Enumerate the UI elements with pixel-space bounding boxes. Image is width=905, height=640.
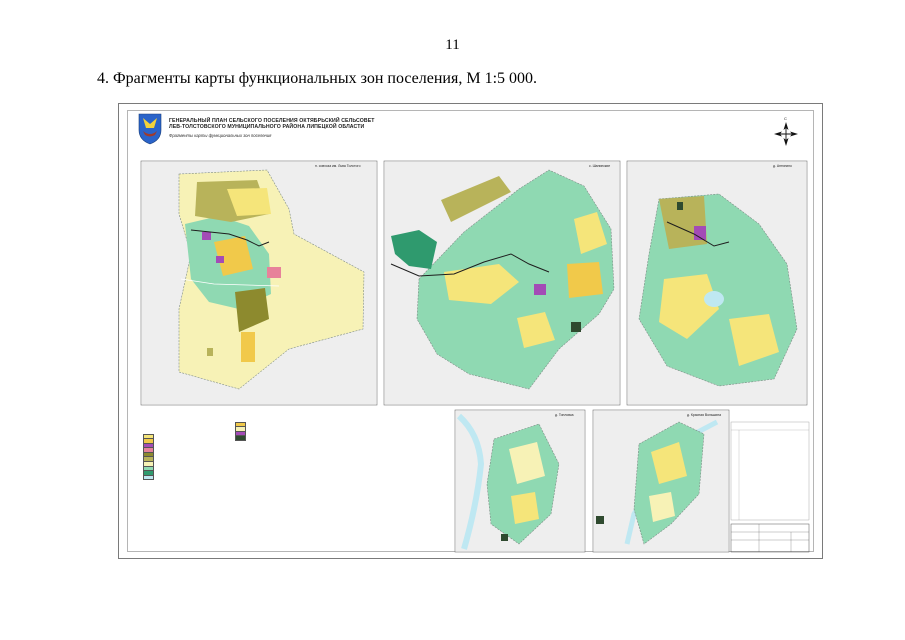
map-sheet: ГЕНЕРАЛЬНЫЙ ПЛАН СЕЛЬСКОГО ПОСЕЛЕНИЯ ОКТ…: [118, 103, 823, 559]
map-panel-3: [626, 160, 808, 406]
legend-swatch: [235, 435, 246, 441]
panel-label-3: д. Антипино: [773, 164, 792, 168]
map-panel-1: [140, 160, 378, 406]
page-number: 11: [445, 37, 460, 53]
legend-swatches-left: [143, 433, 154, 481]
panel-label-2: с. Шанинские: [589, 164, 611, 168]
title-stamp: [730, 421, 810, 553]
panel-label-5: д. Красная Вольшина: [687, 413, 722, 417]
panel-label-4: д. Топловка: [555, 413, 574, 417]
map-panel-5: [592, 409, 730, 553]
sheet-subtitle: Фрагменты карты функциональных зон посел…: [169, 133, 272, 138]
legend-swatch: [143, 474, 154, 481]
legend-swatches-right: [235, 421, 246, 441]
page-heading: 4. Фрагменты карты функциональных зон по…: [97, 70, 538, 87]
north-letter: С: [784, 116, 787, 121]
north-arrow-icon: [774, 122, 798, 146]
map-panel-2: [383, 160, 621, 406]
sheet-title-line-2: ЛЕВ-ТОЛСТОВСКОГО МУНИЦИПАЛЬНОГО РАЙОНА Л…: [169, 124, 365, 130]
panel-label-1: п. совхоза им. Льва Толстого: [315, 164, 361, 168]
sheet-title-block: ГЕНЕРАЛЬНЫЙ ПЛАН СЕЛЬСКОГО ПОСЕЛЕНИЯ ОКТ…: [169, 118, 375, 138]
map-panel-4: [454, 409, 586, 553]
map-graphics: [138, 113, 810, 553]
coat-of-arms-icon: [138, 113, 162, 145]
